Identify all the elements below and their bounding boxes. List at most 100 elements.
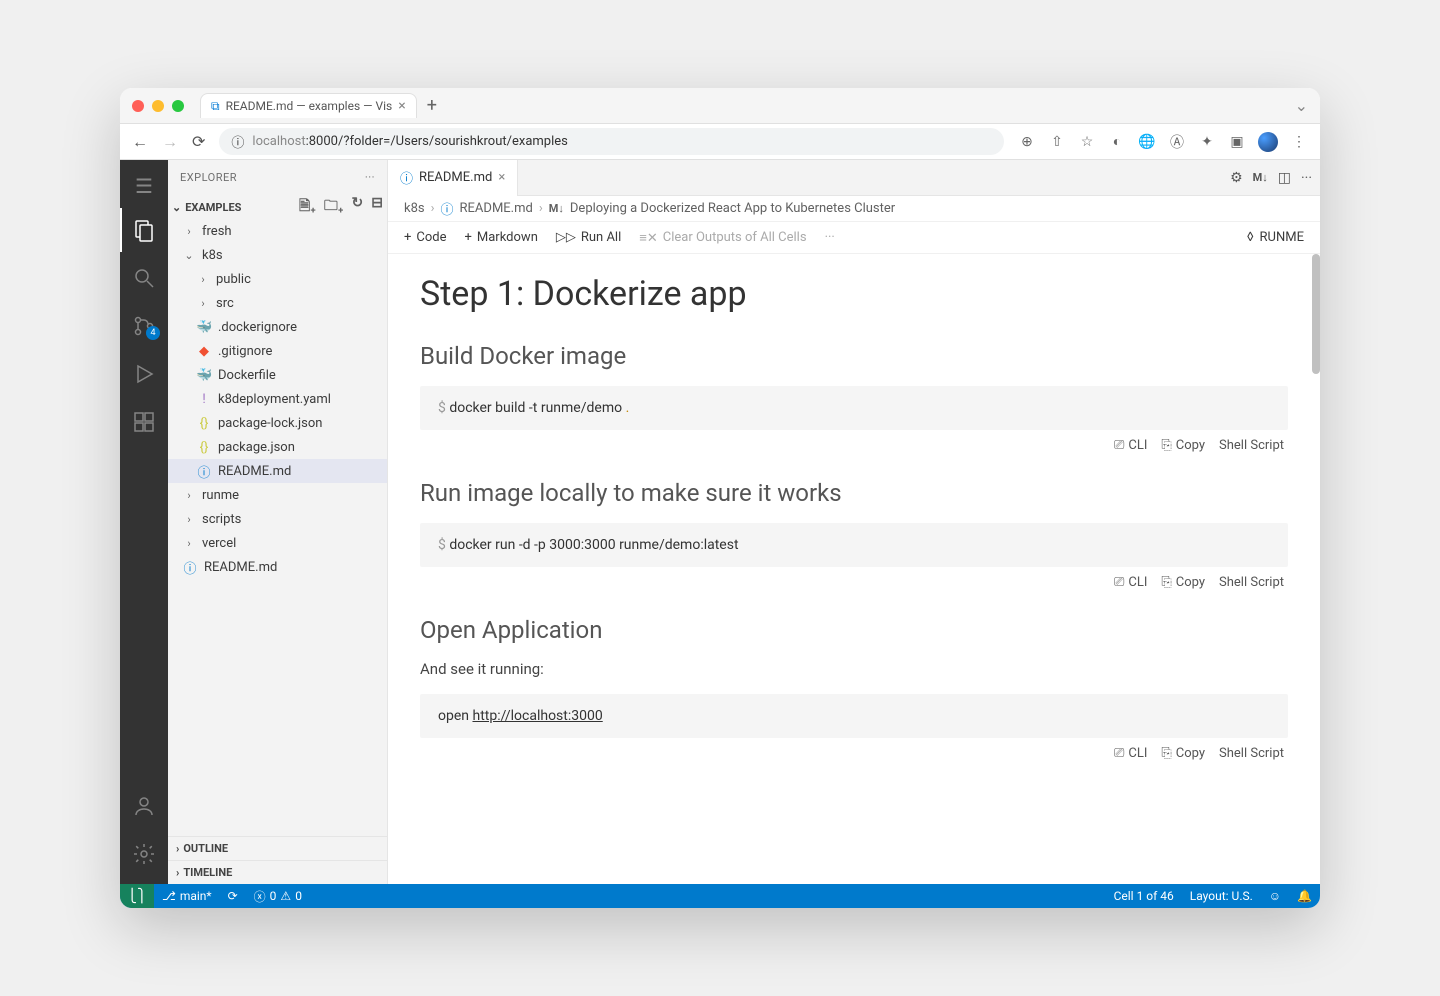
add-markdown-button[interactable]: +Markdown	[465, 230, 538, 245]
folder-k8s[interactable]: ⌄k8s	[168, 243, 387, 267]
explorer-tab[interactable]	[120, 208, 168, 252]
extensions-puzzle-icon[interactable]: ✦	[1198, 133, 1216, 151]
file-dockerignore[interactable]: 🐳.dockerignore	[168, 315, 387, 339]
cli-button[interactable]: ⎚CLI	[1114, 746, 1147, 761]
folder-vercel[interactable]: ›vercel	[168, 531, 387, 555]
shell-script-label[interactable]: Shell Script	[1219, 746, 1284, 761]
outline-section[interactable]: ›OUTLINE	[168, 836, 387, 860]
shell-script-label[interactable]: Shell Script	[1219, 438, 1284, 453]
new-folder-icon[interactable]: 🗀₊	[324, 195, 344, 219]
browser-titlebar: ⧉ README.md — examples — Vis × + ⌄	[120, 88, 1320, 124]
breadcrumb-readme[interactable]: README.md	[460, 201, 533, 216]
site-info-icon[interactable]: ⓘ	[231, 132, 244, 151]
toolbar-more-icon[interactable]: ···	[825, 230, 835, 245]
search-tab[interactable]	[120, 256, 168, 300]
plus-icon: +	[465, 230, 472, 245]
nav-forward-button[interactable]: →	[162, 132, 178, 152]
minimize-window-button[interactable]	[152, 100, 164, 112]
sidebar-more-icon[interactable]: ···	[365, 171, 375, 184]
markdown-preview-icon[interactable]: M↓	[1253, 171, 1268, 184]
branch-icon: ⎇	[162, 889, 176, 903]
translate-icon[interactable]: 🌐	[1138, 133, 1156, 151]
localhost-link[interactable]: http://localhost:3000	[472, 708, 602, 724]
feedback-icon[interactable]: ☺	[1261, 884, 1289, 908]
nav-back-button[interactable]: ←	[132, 132, 148, 152]
source-control-badge: 4	[146, 326, 160, 340]
extension-icon-2[interactable]: Ⓐ	[1168, 133, 1186, 151]
cli-button[interactable]: ⎚CLI	[1114, 438, 1147, 453]
breadcrumb-k8s[interactable]: k8s	[404, 201, 425, 216]
copy-button[interactable]: ⎘Copy	[1161, 438, 1205, 453]
browser-tab-title: README.md — examples — Vis	[226, 99, 393, 113]
browser-tab[interactable]: ⧉ README.md — examples — Vis ×	[200, 93, 417, 118]
hamburger-menu-icon[interactable]: ☰	[120, 168, 168, 204]
file-package-json[interactable]: {}package.json	[168, 435, 387, 459]
zoom-icon[interactable]: ⊕	[1018, 133, 1036, 151]
url-bar[interactable]: ⓘ localhost:8000/?folder=/Users/sourishk…	[219, 128, 1004, 155]
nav-reload-button[interactable]: ⟳	[192, 132, 205, 151]
timeline-section[interactable]: ›TIMELINE	[168, 860, 387, 884]
accounts-icon[interactable]	[120, 784, 168, 828]
folder-runme[interactable]: ›runme	[168, 483, 387, 507]
folder-public[interactable]: ›public	[168, 267, 387, 291]
collapse-all-icon[interactable]: ⊟	[371, 195, 383, 219]
git-branch-status[interactable]: ⎇ main*	[154, 884, 220, 908]
problems-status[interactable]: ⓧ0 ⚠0	[246, 884, 310, 908]
configure-icon[interactable]: ⚙	[1230, 170, 1243, 186]
run-debug-tab[interactable]	[120, 352, 168, 396]
notifications-icon[interactable]: 🔔	[1289, 884, 1320, 908]
folder-scripts[interactable]: ›scripts	[168, 507, 387, 531]
source-control-tab[interactable]: 4	[120, 304, 168, 348]
bookmark-icon[interactable]: ☆	[1078, 133, 1096, 151]
json-icon: {}	[196, 440, 212, 455]
run-all-button[interactable]: ▷▷Run All	[556, 230, 621, 245]
keyboard-layout-status[interactable]: Layout: U.S.	[1182, 884, 1261, 908]
remote-indicator[interactable]: ⎩⎫	[120, 884, 154, 908]
share-icon[interactable]: ⇧	[1048, 133, 1066, 151]
file-package-lock[interactable]: {}package-lock.json	[168, 411, 387, 435]
chevron-right-icon: ›	[539, 201, 543, 216]
refresh-icon[interactable]: ↻	[352, 195, 364, 219]
code-cell-build[interactable]: $ docker build -t runme/demo .	[420, 386, 1288, 430]
clear-outputs-button[interactable]: ≡✕Clear Outputs of All Cells	[639, 230, 806, 246]
folder-src[interactable]: ›src	[168, 291, 387, 315]
shell-script-label[interactable]: Shell Script	[1219, 575, 1284, 590]
tabs-chevron-icon[interactable]: ⌄	[1295, 96, 1308, 115]
sync-status[interactable]: ⟳	[220, 884, 246, 908]
docker-icon: 🐳	[196, 368, 212, 383]
cell-position-status[interactable]: Cell 1 of 46	[1106, 884, 1182, 908]
close-window-button[interactable]	[132, 100, 144, 112]
panel-icon[interactable]: ▣	[1228, 133, 1246, 151]
cli-button[interactable]: ⎚CLI	[1114, 575, 1147, 590]
split-editor-icon[interactable]: ◫	[1278, 170, 1291, 186]
runme-label[interactable]: RUNME	[1260, 230, 1304, 245]
new-file-icon[interactable]: 🗎₊	[299, 195, 316, 219]
extension-icon[interactable]: ◐	[1108, 133, 1126, 151]
settings-icon[interactable]	[120, 832, 168, 876]
file-readme-root[interactable]: ⓘREADME.md	[168, 555, 387, 579]
code-cell-run[interactable]: $ docker run -d -p 3000:3000 runme/demo:…	[420, 523, 1288, 567]
copy-button[interactable]: ⎘Copy	[1161, 575, 1205, 590]
profile-avatar[interactable]	[1258, 132, 1278, 152]
maximize-window-button[interactable]	[172, 100, 184, 112]
close-tab-icon[interactable]: ×	[398, 98, 405, 114]
extensions-tab[interactable]	[120, 400, 168, 444]
copy-button[interactable]: ⎘Copy	[1161, 746, 1205, 761]
code-cell-open[interactable]: open http://localhost:3000	[420, 694, 1288, 738]
close-editor-icon[interactable]: ×	[498, 170, 505, 185]
folder-fresh[interactable]: ›fresh	[168, 219, 387, 243]
add-code-button[interactable]: +Code	[404, 230, 447, 245]
new-tab-button[interactable]: +	[427, 95, 437, 116]
file-dockerfile[interactable]: 🐳Dockerfile	[168, 363, 387, 387]
editor-more-icon[interactable]: ···	[1301, 170, 1312, 186]
browser-menu-icon[interactable]: ⋮	[1290, 133, 1308, 151]
editor-tab-readme[interactable]: ⓘ README.md ×	[388, 160, 518, 196]
file-gitignore[interactable]: ◆.gitignore	[168, 339, 387, 363]
workspace-section-header[interactable]: ⌄ EXAMPLES 🗎₊ 🗀₊ ↻ ⊟	[168, 195, 387, 219]
scrollbar-thumb[interactable]	[1312, 254, 1320, 374]
file-readme-k8s[interactable]: ⓘREADME.md	[168, 459, 387, 483]
breadcrumb-heading[interactable]: Deploying a Dockerized React App to Kube…	[570, 201, 895, 216]
breadcrumb[interactable]: k8s › ⓘ README.md › M↓ Deploying a Docke…	[388, 196, 1320, 222]
file-k8deployment[interactable]: !k8deployment.yaml	[168, 387, 387, 411]
docker-icon: 🐳	[196, 320, 212, 335]
